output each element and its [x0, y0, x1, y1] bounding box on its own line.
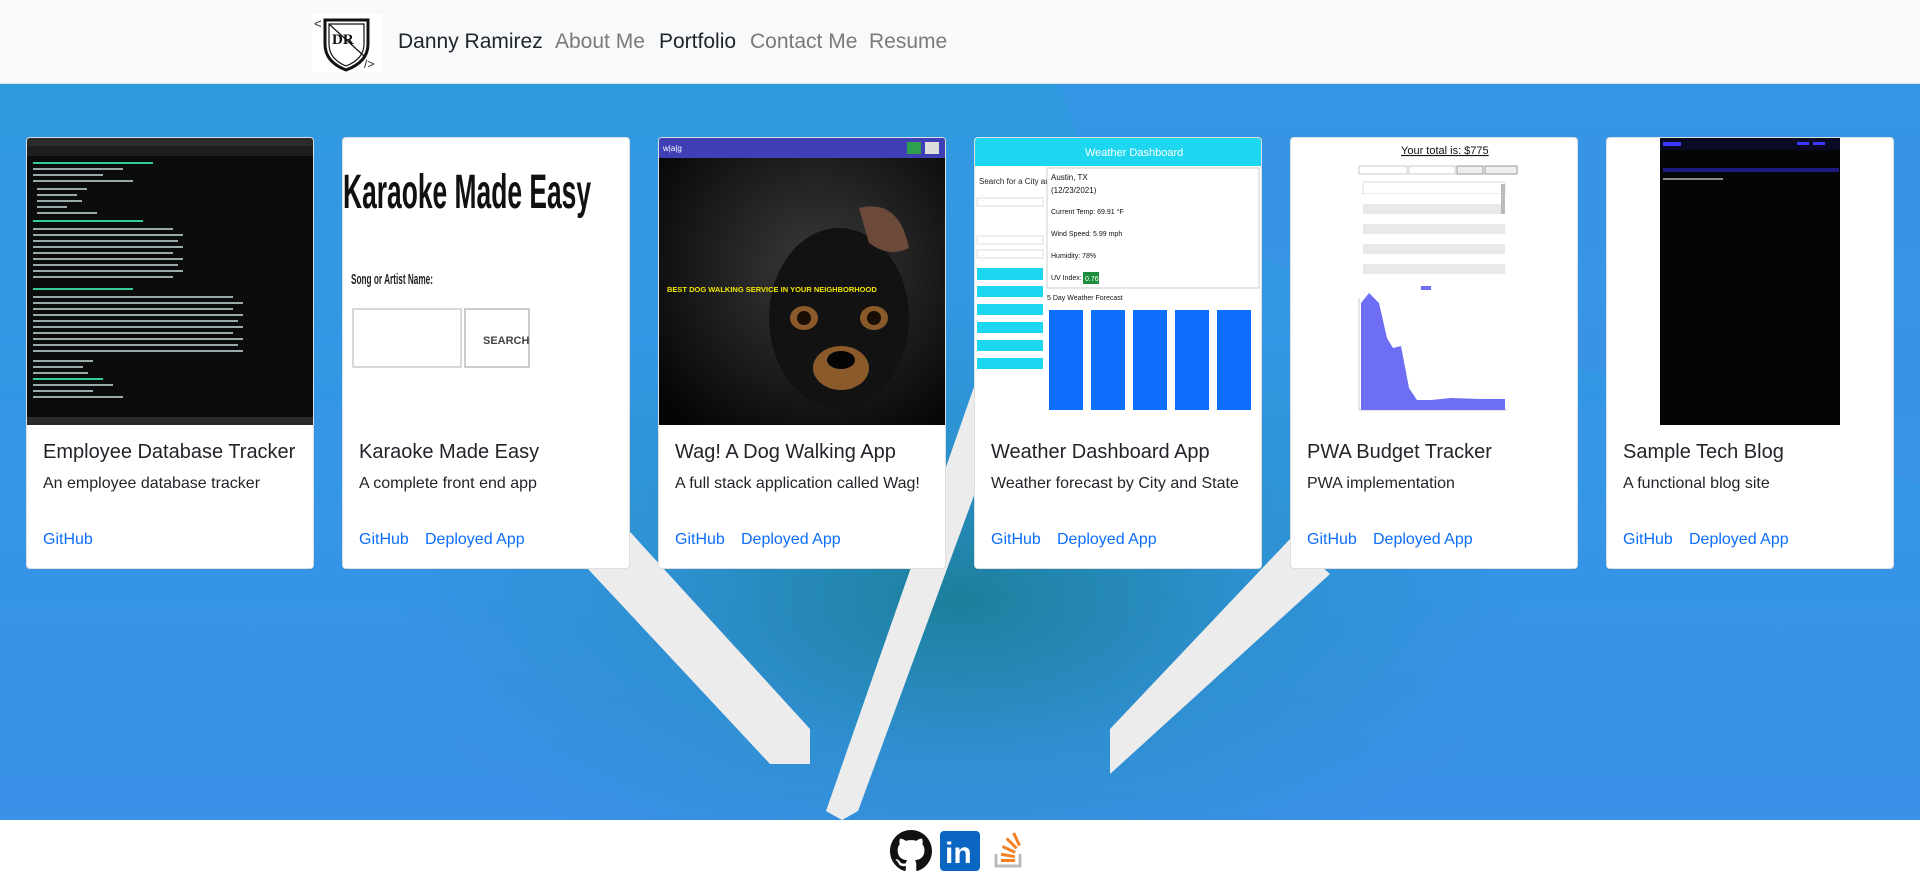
svg-text:Song or Artist Name:: Song or Artist Name: [351, 271, 433, 288]
github-icon[interactable] [890, 830, 932, 872]
card-title: Karaoke Made Easy [359, 441, 540, 463]
deployed-app-link[interactable]: Deployed App [1057, 531, 1157, 549]
card-title: Sample Tech Blog [1623, 441, 1784, 463]
github-link[interactable]: GitHub [359, 531, 409, 549]
portfolio-section: Employee Database Tracker An employee da… [0, 84, 1920, 820]
svg-text:w|a|g: w|a|g [662, 144, 682, 153]
github-link[interactable]: GitHub [675, 531, 725, 549]
svg-text:Your total is: $775: Your total is: $775 [1401, 145, 1489, 157]
github-link[interactable]: GitHub [991, 531, 1041, 549]
project-thumbnail[interactable]: Weather Dashboard Search for a City and … [975, 138, 1261, 425]
svg-text:Austin, TX: Austin, TX [1051, 173, 1088, 182]
project-card-budget: Your total is: $775 PWA Budget Tracker P… [1290, 137, 1578, 569]
github-link[interactable]: GitHub [1623, 531, 1673, 549]
card-title: Weather Dashboard App [991, 441, 1210, 463]
github-link[interactable]: GitHub [1307, 531, 1357, 549]
project-card-tech-blog: Sample Tech Blog A functional blog site … [1606, 137, 1894, 569]
project-thumbnail[interactable] [1607, 138, 1893, 425]
svg-text:0.76: 0.76 [1085, 276, 1099, 283]
svg-text:Karaoke Made Easy: Karaoke Made Easy [343, 166, 591, 219]
svg-text:/>: /> [364, 57, 374, 71]
svg-text:UV Index:: UV Index: [1051, 275, 1082, 282]
svg-text:Weather Dashboard: Weather Dashboard [1085, 147, 1183, 159]
svg-text:DR: DR [332, 32, 354, 48]
project-thumbnail[interactable]: Karaoke Made Easy Song or Artist Name: S… [343, 138, 629, 425]
project-thumbnail[interactable] [27, 138, 313, 425]
project-card-karaoke: Karaoke Made Easy Song or Artist Name: S… [342, 137, 630, 569]
nav-about-me[interactable]: About Me [555, 30, 645, 54]
project-card-weather: Weather Dashboard Search for a City and … [974, 137, 1262, 569]
deployed-app-link[interactable]: Deployed App [1689, 531, 1789, 549]
svg-text:in: in [945, 837, 972, 870]
project-thumbnail[interactable]: Your total is: $775 [1291, 138, 1577, 425]
nav-contact-me[interactable]: Contact Me [750, 30, 857, 54]
card-description: Weather forecast by City and State [991, 475, 1239, 492]
deployed-app-link[interactable]: Deployed App [425, 531, 525, 549]
card-description: PWA implementation [1307, 475, 1455, 492]
svg-text:(12/23/2021): (12/23/2021) [1051, 186, 1097, 195]
nav-resume[interactable]: Resume [869, 30, 947, 54]
logo[interactable]: < DR /> [312, 14, 382, 72]
card-description: A functional blog site [1623, 475, 1770, 492]
navbar: < DR /> Danny Ramirez About Me Portfolio… [0, 0, 1920, 84]
svg-text:Wind Speed: 5.99 mph: Wind Speed: 5.99 mph [1051, 231, 1122, 238]
nav-portfolio[interactable]: Portfolio [659, 30, 736, 54]
card-description: A full stack application called Wag! [675, 475, 920, 492]
brand-name[interactable]: Danny Ramirez [398, 30, 543, 54]
footer: in [0, 820, 1920, 880]
project-card-wag: w|a|g BEST DOG WALKING SERVICE IN YOUR N… [658, 137, 946, 569]
svg-text:5 Day Weather Forecast: 5 Day Weather Forecast [1047, 295, 1123, 302]
svg-text:<: < [314, 16, 322, 31]
card-description: An employee database tracker [43, 475, 261, 492]
card-title: PWA Budget Tracker [1307, 441, 1492, 463]
svg-text:Humidity: 78%: Humidity: 78% [1051, 253, 1096, 260]
project-thumbnail[interactable]: w|a|g BEST DOG WALKING SERVICE IN YOUR N… [659, 138, 945, 425]
svg-text:SEARCH: SEARCH [483, 335, 530, 347]
deployed-app-link[interactable]: Deployed App [1373, 531, 1473, 549]
stackoverflow-icon[interactable] [988, 830, 1030, 872]
card-title: Employee Database Tracker [43, 441, 296, 463]
svg-text:BEST DOG WALKING SERVICE IN YO: BEST DOG WALKING SERVICE IN YOUR NEIGHBO… [667, 285, 877, 294]
github-link[interactable]: GitHub [43, 531, 93, 549]
svg-text:Current Temp: 69.91 °F: Current Temp: 69.91 °F [1051, 208, 1124, 216]
deployed-app-link[interactable]: Deployed App [741, 531, 841, 549]
linkedin-icon[interactable]: in [939, 830, 981, 872]
project-card-employee-tracker: Employee Database Tracker An employee da… [26, 137, 314, 569]
card-title: Wag! A Dog Walking App [675, 441, 896, 463]
card-description: A complete front end app [359, 475, 537, 492]
